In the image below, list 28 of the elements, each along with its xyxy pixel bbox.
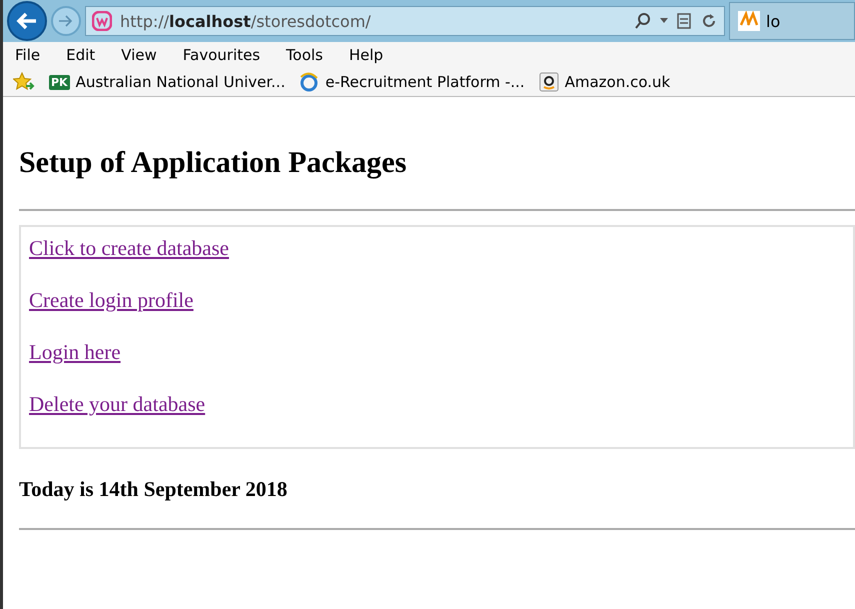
search-icon[interactable] xyxy=(634,12,652,30)
menu-item[interactable]: Tools xyxy=(274,46,337,64)
date-text: Today is 14th September 2018 xyxy=(19,477,288,502)
favourites-star-icon[interactable] xyxy=(13,72,35,92)
browser-tab[interactable]: lo xyxy=(729,2,855,40)
favourite-link[interactable]: e-Recruitment Platform -... xyxy=(325,73,525,91)
page-link[interactable]: Create login profile xyxy=(29,288,194,312)
page-link[interactable]: Login here xyxy=(29,340,121,364)
arrow-left-icon xyxy=(16,12,38,30)
compatibility-icon[interactable] xyxy=(676,12,692,30)
favourite-link[interactable]: Australian National Univer... xyxy=(76,73,286,91)
site-icon xyxy=(92,11,112,31)
dropdown-icon[interactable] xyxy=(660,18,668,24)
menu-item[interactable]: Favourites xyxy=(170,46,274,64)
menu-item[interactable]: Edit xyxy=(54,46,110,64)
url-text: http://localhost/storesdotcom/ xyxy=(120,12,372,30)
site-badge: PK xyxy=(49,74,70,90)
menu-item[interactable]: File xyxy=(3,46,54,64)
refresh-icon[interactable] xyxy=(700,12,718,30)
favourite-link[interactable]: Amazon.co.uk xyxy=(564,73,670,91)
back-button[interactable] xyxy=(7,1,47,41)
page-link[interactable]: Delete your database xyxy=(29,392,206,416)
arrow-right-icon xyxy=(58,14,74,28)
menu-item[interactable]: View xyxy=(109,46,171,64)
address-bar[interactable]: http://localhost/storesdotcom/ xyxy=(85,6,725,36)
menu-item[interactable]: Help xyxy=(337,46,398,64)
page-link[interactable]: Click to create database xyxy=(29,236,229,260)
page-title: Setup of Application Packages xyxy=(19,145,408,181)
